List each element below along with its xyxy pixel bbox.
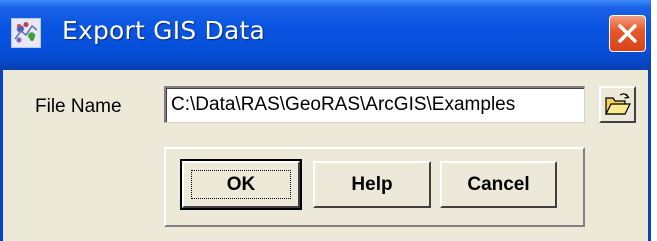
ok-button-label: OK bbox=[191, 170, 291, 199]
browse-folder-button[interactable] bbox=[599, 86, 636, 123]
map-app-icon bbox=[11, 18, 41, 48]
cancel-button[interactable]: Cancel bbox=[440, 161, 557, 208]
close-icon bbox=[618, 24, 637, 43]
window-title: Export GIS Data bbox=[62, 16, 266, 45]
help-button[interactable]: Help bbox=[313, 161, 431, 208]
ok-button[interactable]: OK bbox=[180, 159, 302, 210]
file-name-input[interactable]: C:\Data\RAS\GeoRAS\ArcGIS\Examples bbox=[164, 86, 585, 123]
title-bar[interactable]: Export GIS Data bbox=[0, 0, 651, 70]
close-button[interactable] bbox=[609, 15, 646, 52]
folder-open-icon bbox=[605, 93, 631, 115]
file-name-label: File Name bbox=[35, 96, 122, 117]
